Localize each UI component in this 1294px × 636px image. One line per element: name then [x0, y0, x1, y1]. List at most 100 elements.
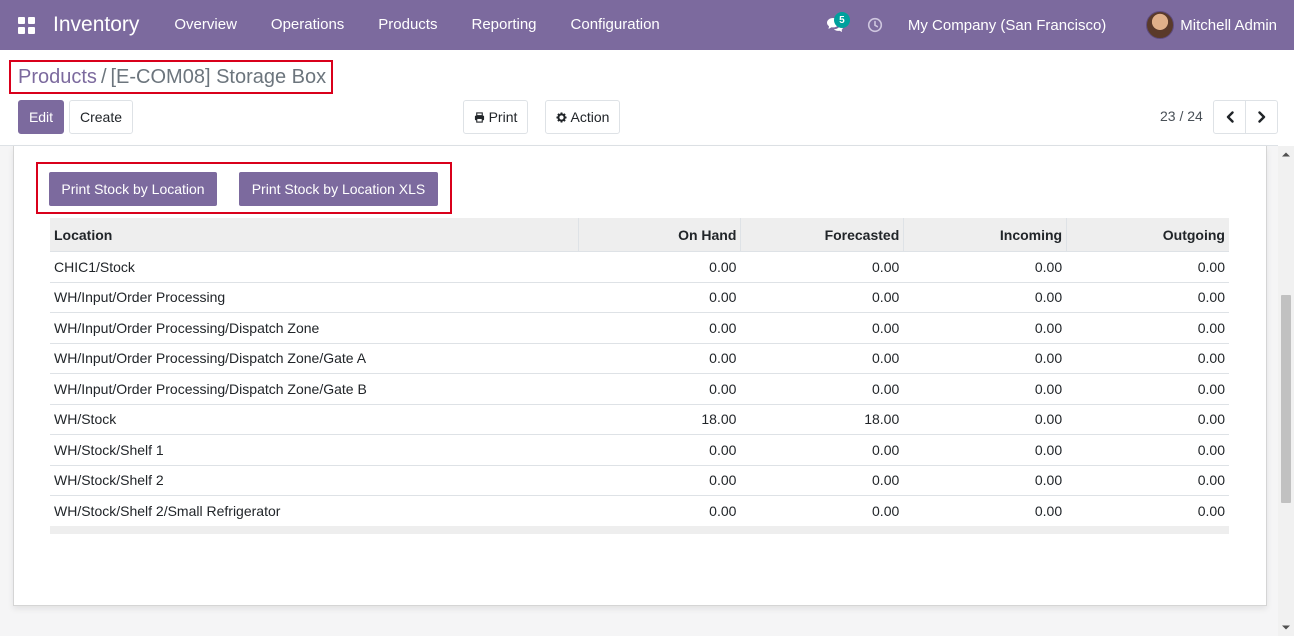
cell-incoming: 0.00: [1034, 289, 1063, 306]
cell-outgoing: 0.00: [1197, 258, 1225, 275]
cell-incoming: 0.00: [1034, 472, 1063, 489]
column-header-outgoing[interactable]: Outgoing: [1066, 218, 1229, 251]
cell-location: WH/Input/Order Processing/Dispatch Zone: [54, 319, 320, 336]
cell-on-hand: 0.00: [709, 380, 737, 397]
column-header-on-hand[interactable]: On Hand: [577, 218, 741, 251]
column-header-location[interactable]: Location: [50, 218, 578, 251]
activity-menu-button[interactable]: [864, 0, 886, 50]
cell-outgoing: 0.00: [1197, 350, 1225, 367]
messages-count-badge: 5: [833, 12, 850, 28]
menu-item-reporting[interactable]: Reporting: [454, 0, 553, 50]
gear-icon: [555, 111, 567, 123]
chevron-left-icon: [1226, 111, 1234, 123]
cell-on-hand: 0.00: [709, 319, 737, 336]
cell-incoming: 0.00: [1034, 441, 1063, 458]
table-row: WH/Stock 18.00 18.00 0.00 0.00: [50, 403, 1229, 435]
cell-location: WH/Stock: [54, 411, 117, 428]
cell-outgoing: 0.00: [1197, 441, 1225, 458]
apps-icon: [17, 16, 35, 34]
cell-on-hand: 18.00: [701, 411, 737, 428]
cell-on-hand: 0.00: [709, 472, 737, 489]
table-row: WH/Stock/Shelf 2/Small Refrigerator 0.00 0…: [50, 495, 1229, 526]
cell-incoming: 0.00: [1034, 350, 1063, 367]
menu-item-operations[interactable]: Operations: [254, 0, 361, 50]
print-label: Print: [488, 109, 518, 125]
table-row: WH/Input/Order Processing/Dispatch Zone 0…: [50, 312, 1229, 343]
cell-location: WH/Input/Order Processing: [54, 289, 226, 306]
stock-location-table: Location On Hand Forecasted Incoming Out…: [50, 218, 1229, 534]
table-footer: [50, 525, 1229, 534]
action-dropdown-button[interactable]: Action: [545, 100, 620, 134]
chevron-right-icon: [1257, 111, 1265, 123]
menu-item-products[interactable]: Products: [361, 0, 454, 50]
menu-item-overview[interactable]: Overview: [157, 0, 254, 50]
cell-on-hand: 0.00: [709, 289, 737, 306]
column-header-forecasted[interactable]: Forecasted: [740, 218, 903, 251]
clock-icon: [867, 17, 882, 33]
pager-next-button[interactable]: [1245, 100, 1278, 134]
cell-on-hand: 0.00: [709, 502, 737, 519]
scrollbar-thumb[interactable]: [1281, 295, 1291, 503]
user-avatar[interactable]: [1146, 11, 1175, 39]
action-label: Action: [570, 109, 610, 125]
cell-forecasted: 0.00: [872, 258, 900, 275]
cell-forecasted: 18.00: [864, 411, 900, 428]
menu-item-configuration[interactable]: Configuration: [554, 0, 677, 50]
cell-incoming: 0.00: [1034, 380, 1063, 397]
edit-button[interactable]: Edit: [18, 100, 64, 134]
print-icon: [474, 111, 485, 123]
company-switcher[interactable]: My Company (San Francisco): [908, 17, 1106, 34]
print-stock-by-location-xls-button[interactable]: Print Stock by Location XLS: [239, 172, 438, 206]
breadcrumb-products-link[interactable]: Products: [18, 66, 97, 89]
scroll-up-button[interactable]: [1278, 146, 1294, 162]
cell-location: WH/Stock/Shelf 2: [54, 472, 164, 489]
cell-incoming: 0.00: [1034, 258, 1063, 275]
table-row: CHIC1/Stock 0.00 0.00 0.00 0.00: [50, 251, 1229, 282]
cell-forecasted: 0.00: [872, 350, 900, 367]
table-row: WH/Input/Order Processing/Dispatch Zone/…: [50, 373, 1229, 404]
pager-previous-button[interactable]: [1213, 100, 1246, 134]
print-stock-by-location-button[interactable]: Print Stock by Location: [49, 172, 217, 206]
table-row: WH/Stock/Shelf 2 0.00 0.00 0.00 0.00: [50, 464, 1229, 496]
breadcrumb-separator: /: [100, 65, 107, 88]
cell-incoming: 0.00: [1034, 319, 1063, 336]
cell-forecasted: 0.00: [872, 380, 900, 397]
cell-on-hand: 0.00: [709, 441, 737, 458]
cell-location: WH/Input/Order Processing/Dispatch Zone/…: [54, 350, 367, 367]
cell-location: CHIC1/Stock: [54, 258, 135, 275]
cell-outgoing: 0.00: [1197, 472, 1225, 489]
apps-menu-button[interactable]: [0, 0, 52, 50]
cell-outgoing: 0.00: [1197, 380, 1225, 397]
scroll-down-button[interactable]: [1278, 620, 1294, 636]
pager-value[interactable]: 23 / 24: [1160, 108, 1203, 124]
print-dropdown-button[interactable]: Print: [463, 100, 528, 134]
scroll-up-arrow-icon: [1282, 152, 1290, 157]
cell-location: WH/Stock/Shelf 2/Small Refrigerator: [54, 502, 281, 519]
cell-forecasted: 0.00: [872, 502, 900, 519]
cell-incoming: 0.00: [1034, 411, 1063, 428]
cell-outgoing: 0.00: [1197, 319, 1225, 336]
cell-forecasted: 0.00: [872, 319, 900, 336]
cell-on-hand: 0.00: [709, 258, 737, 275]
cell-outgoing: 0.00: [1197, 289, 1225, 306]
cell-location: WH/Stock/Shelf 1: [54, 441, 164, 458]
breadcrumb-current-record: [E-COM08] Storage Box: [110, 65, 327, 88]
app-title[interactable]: Inventory: [53, 13, 139, 37]
table-row: WH/Input/Order Processing 0.00 0.00 0.00 0.0…: [50, 281, 1229, 313]
scroll-down-arrow-icon: [1282, 625, 1290, 630]
cell-on-hand: 0.00: [709, 350, 737, 367]
cell-forecasted: 0.00: [872, 472, 900, 489]
cell-outgoing: 0.00: [1197, 502, 1225, 519]
top-navbar: Inventory Overview Operations Products R…: [0, 0, 1294, 50]
cell-forecasted: 0.00: [872, 441, 900, 458]
table-row: WH/Stock/Shelf 1 0.00 0.00 0.00 0.00: [50, 434, 1229, 465]
cell-forecasted: 0.00: [872, 289, 900, 306]
column-header-incoming[interactable]: Incoming: [903, 218, 1066, 251]
messaging-menu-button[interactable]: 5: [820, 0, 850, 50]
cell-incoming: 0.00: [1034, 502, 1063, 519]
cell-location: WH/Input/Order Processing/Dispatch Zone/…: [54, 380, 367, 397]
table-header-row: Location On Hand Forecasted Incoming Out…: [50, 218, 1229, 251]
user-menu[interactable]: Mitchell Admin: [1180, 17, 1277, 34]
create-button[interactable]: Create: [69, 100, 133, 134]
cell-outgoing: 0.00: [1197, 411, 1225, 428]
